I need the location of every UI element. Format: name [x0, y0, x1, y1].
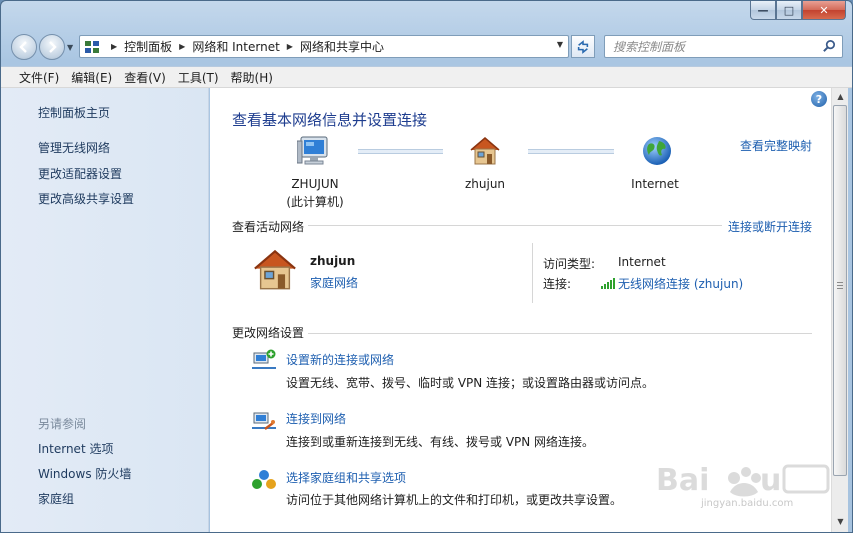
close-button[interactable]: ✕	[802, 1, 846, 20]
connect-network-icon	[252, 412, 276, 430]
task-homegroup-desc: 访问位于其他网络计算机上的文件和打印机，或更改共享设置。	[286, 493, 623, 507]
section-divider	[308, 333, 812, 334]
breadcrumb-item[interactable]: 网络和共享中心	[300, 38, 384, 55]
access-type-value: Internet	[618, 255, 666, 269]
house-network-icon	[254, 249, 296, 290]
minimize-button[interactable]: —	[750, 1, 776, 20]
task-connect-network-link[interactable]: 连接到网络	[286, 410, 346, 427]
homegroup-icon	[252, 470, 276, 489]
thumb-grip	[837, 285, 843, 286]
menu-edit[interactable]: 编辑(E)	[65, 69, 118, 86]
menu-bar: 文件(F) 编辑(E) 查看(V) 工具(T) 帮助(H)	[1, 66, 852, 88]
refresh-icon	[577, 39, 589, 54]
full-map-link[interactable]: 查看完整映射	[740, 137, 812, 154]
network-type-link[interactable]: 家庭网络	[310, 274, 358, 291]
menu-help[interactable]: 帮助(H)	[225, 69, 279, 86]
access-type-label: 访问类型:	[543, 257, 596, 271]
search-placeholder: 搜索控制面板	[613, 40, 686, 54]
task-homegroup-link[interactable]: 选择家庭组和共享选项	[286, 469, 406, 486]
globe-icon[interactable]	[641, 135, 673, 167]
internet-node-label: Internet	[631, 177, 679, 191]
menu-tools[interactable]: 工具(T)	[172, 69, 225, 86]
sidebar-item-adapter-settings[interactable]: 更改适配器设置	[38, 165, 122, 182]
thumb-grip	[837, 288, 843, 289]
computer-icon	[297, 136, 328, 165]
arrow-left-icon	[19, 41, 27, 53]
thumb-grip	[837, 282, 843, 283]
computer-name-label: ZHUJUN	[291, 177, 339, 191]
help-icon[interactable]: ?	[811, 91, 827, 107]
network-node-label: zhujun	[464, 177, 506, 191]
address-bar[interactable]: ▶ 控制面板 ▶ 网络和 Internet ▶ 网络和共享中心 ▼	[79, 35, 569, 58]
computer-sub-label: (此计算机)	[286, 195, 344, 209]
watermark-url: jingyan.baidu.com	[701, 498, 794, 509]
vertical-divider	[532, 243, 533, 303]
wireless-connection-link[interactable]: 无线网络连接 (zhujun)	[601, 275, 743, 292]
task-connect-network-desc: 连接到或重新连接到无线、有线、拨号或 VPN 网络连接。	[286, 435, 595, 449]
svg-text:u: u	[760, 463, 781, 498]
search-input[interactable]: 搜索控制面板	[604, 35, 843, 58]
breadcrumb-separator-icon[interactable]: ▶	[287, 42, 293, 51]
connection-line	[358, 149, 443, 154]
connection-label: 连接:	[543, 277, 572, 291]
change-settings-title: 更改网络设置	[232, 326, 305, 340]
navigation-bar: ▼ ▶ 控制面板 ▶ 网络和 Internet ▶ 网络和共享中心 ▼ 搜索控制…	[1, 30, 852, 62]
svg-text:Bai: Bai	[656, 463, 709, 498]
breadcrumb-item[interactable]: 网络和 Internet	[192, 38, 279, 55]
menu-view[interactable]: 查看(V)	[118, 69, 172, 86]
breadcrumb-separator-icon[interactable]: ▶	[179, 42, 185, 51]
connection-line	[528, 149, 614, 154]
sidebar-item-homegroup[interactable]: 家庭组	[38, 490, 74, 507]
maximize-button[interactable]: □	[776, 1, 802, 20]
page-title: 查看基本网络信息并设置连接	[232, 111, 428, 129]
baidu-watermark-logo: Bai u	[656, 463, 830, 498]
arrow-right-icon	[49, 41, 57, 53]
active-networks-title: 查看活动网络	[232, 220, 305, 234]
menu-file[interactable]: 文件(F)	[13, 69, 65, 86]
back-button[interactable]	[11, 34, 37, 60]
control-panel-icon	[85, 40, 99, 53]
breadcrumb-item[interactable]: 控制面板	[124, 38, 172, 55]
scroll-up-icon[interactable]: ▲	[832, 88, 849, 105]
window-frame: — □ ✕ ▼ ▶ 控制面板 ▶ 网络和 Internet ▶ 网络和共享中心 …	[0, 0, 853, 533]
address-dropdown-icon[interactable]: ▼	[557, 40, 563, 49]
connect-disconnect-link[interactable]: 连接或断开连接	[728, 218, 812, 235]
search-icon[interactable]	[822, 39, 837, 54]
task-setup-connection-link[interactable]: 设置新的连接或网络	[286, 351, 394, 368]
see-also-heading: 另请参阅	[38, 417, 87, 431]
sidebar-item-advanced-sharing[interactable]: 更改高级共享设置	[38, 190, 134, 207]
breadcrumb-separator-icon[interactable]: ▶	[111, 42, 117, 51]
house-network-icon[interactable]	[468, 135, 502, 167]
task-setup-connection-desc: 设置无线、宽带、拨号、临时或 VPN 连接；或设置路由器或访问点。	[286, 376, 655, 390]
sidebar-item-windows-firewall[interactable]: Windows 防火墙	[38, 465, 131, 482]
sidebar-item-internet-options[interactable]: Internet 选项	[38, 440, 113, 457]
wireless-connection-text: 无线网络连接 (zhujun)	[618, 277, 744, 291]
section-divider	[308, 225, 722, 226]
refresh-button[interactable]	[571, 35, 595, 58]
scroll-thumb[interactable]	[833, 105, 847, 476]
sidebar-item-control-panel-home[interactable]: 控制面板主页	[38, 104, 110, 121]
new-connection-icon	[252, 349, 276, 369]
active-network-name: zhujun	[310, 254, 356, 268]
wifi-signal-icon	[601, 278, 615, 289]
sidebar-item-manage-wireless[interactable]: 管理无线网络	[38, 139, 110, 156]
caption-buttons: — □ ✕	[750, 1, 846, 20]
recent-pages-dropdown-icon[interactable]: ▼	[67, 43, 73, 52]
forward-button[interactable]	[39, 34, 65, 60]
